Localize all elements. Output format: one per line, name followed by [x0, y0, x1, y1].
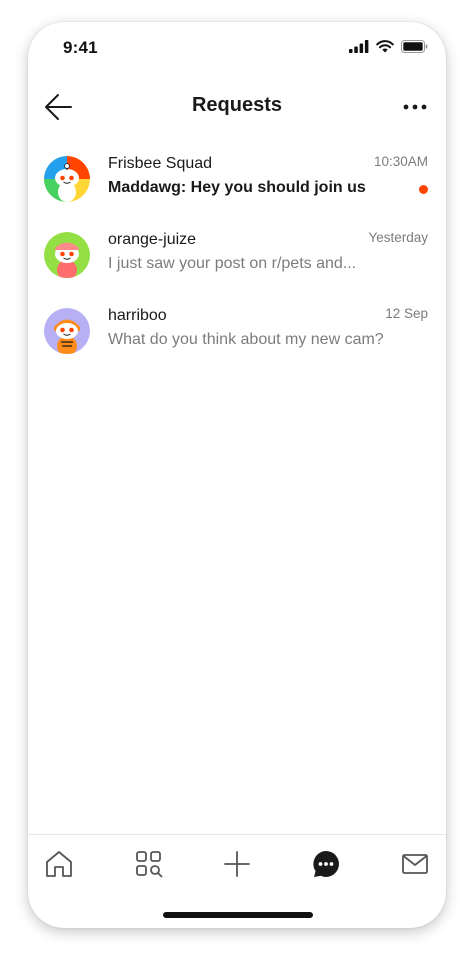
create-post-icon [224, 851, 250, 877]
request-name: Frisbee Squad [108, 155, 213, 172]
request-row[interactable]: orange-juize I just saw your post on r/p… [28, 220, 446, 296]
unread-dot [419, 185, 428, 194]
discover-icon [136, 851, 163, 878]
request-name: orange-juize [108, 231, 197, 248]
inbox-icon [402, 854, 428, 874]
request-time: 12 Sep [385, 306, 428, 321]
status-bar: 9:41 [28, 22, 446, 74]
request-preview: Maddawg: Hey you should join us [108, 179, 366, 196]
more-options-button[interactable] [402, 98, 428, 116]
request-preview: I just saw your post on r/pets and... [108, 255, 357, 272]
tab-create-post[interactable] [222, 849, 252, 879]
avatar [44, 308, 90, 354]
tab-home[interactable] [44, 849, 74, 879]
tab-bar [28, 834, 446, 895]
avatar [44, 156, 90, 202]
tab-chat[interactable] [311, 849, 341, 879]
avatar [44, 232, 90, 278]
nav-header: Requests [28, 84, 446, 132]
more-horizontal-icon [403, 104, 427, 110]
group-avatar-icon [44, 156, 90, 202]
user-avatar-icon [44, 308, 90, 354]
battery-icon [401, 40, 428, 53]
request-name: harriboo [108, 307, 167, 324]
request-preview: What do you think about my new cam? [108, 331, 384, 348]
request-time: 10:30AM [373, 154, 428, 169]
user-avatar-icon [44, 232, 90, 278]
wifi-icon [376, 40, 394, 53]
request-row[interactable]: Frisbee Squad Maddawg: Hey you should jo… [28, 144, 446, 220]
requests-list: Frisbee Squad Maddawg: Hey you should jo… [28, 144, 446, 372]
status-icons [349, 40, 428, 53]
request-row[interactable]: harriboo What do you think about my new … [28, 296, 446, 372]
chat-icon [313, 851, 339, 877]
signal-icon [349, 40, 369, 53]
home-indicator [163, 912, 313, 918]
tab-discover[interactable] [134, 849, 164, 879]
page-title: Requests [191, 94, 283, 116]
request-time: Yesterday [368, 230, 428, 245]
home-icon [46, 851, 72, 877]
phone-frame: 9:41 Requests Frisbee Squad Maddawg: Hey… [28, 22, 446, 928]
status-time: 9:41 [63, 38, 98, 57]
tab-inbox[interactable] [400, 849, 430, 879]
